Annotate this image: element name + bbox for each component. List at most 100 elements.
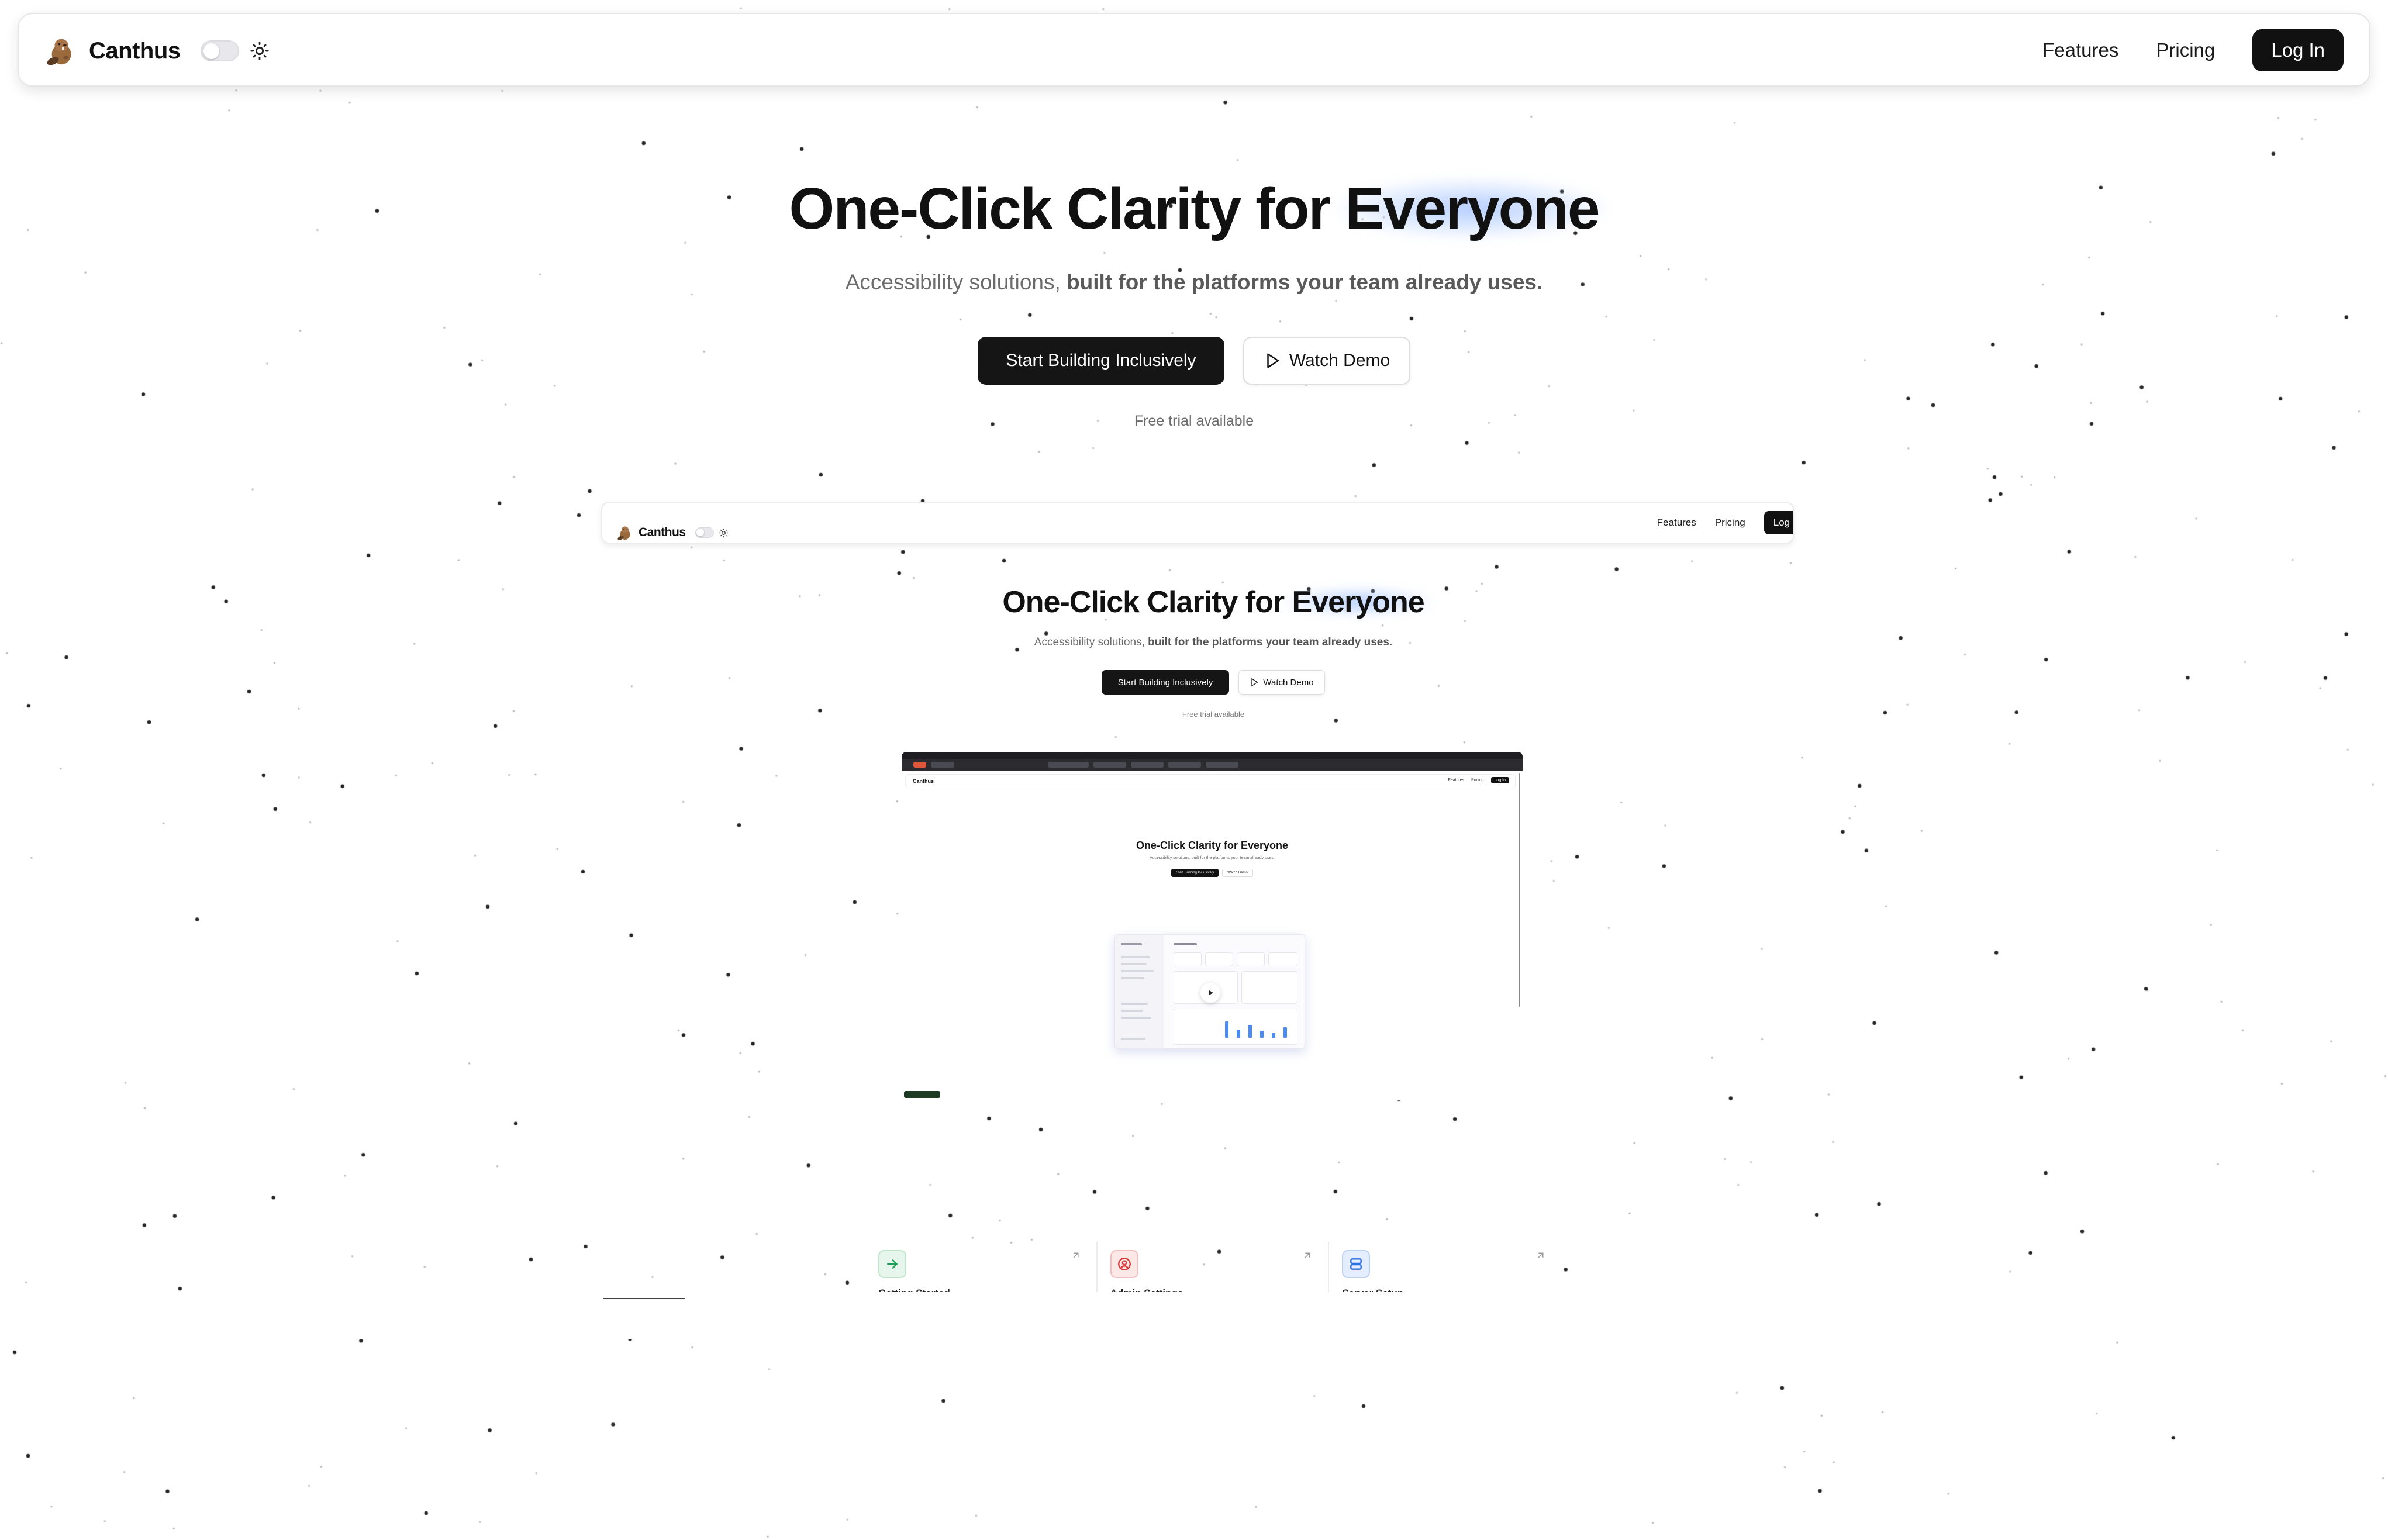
toggle-knob xyxy=(203,43,219,59)
preview-watch-demo-label: Watch Demo xyxy=(1263,677,1314,688)
free-trial-note: Free trial available xyxy=(1134,413,1254,429)
sidebar-line xyxy=(1121,1038,1145,1040)
sidebar-line xyxy=(1121,963,1147,965)
hero-cta-row: Start Building Inclusively Watch Demo xyxy=(0,337,2388,385)
theme-toggle[interactable] xyxy=(200,40,239,61)
preview-title-highlight: Everyone xyxy=(1292,585,1425,619)
play-icon xyxy=(1209,990,1213,996)
nested-brand-name: Canthus xyxy=(913,778,934,784)
preview-cutoff xyxy=(0,1292,2388,1339)
video-play-button xyxy=(1200,983,1220,1003)
user-circle-icon xyxy=(1110,1250,1138,1278)
nested-title: One-Click Clarity for Everyone xyxy=(902,840,1523,852)
nested-start-button: Start Building Inclusively xyxy=(1171,869,1219,877)
sun-icon[interactable] xyxy=(250,41,270,61)
product-preview[interactable]: Canthus Features Pricing Log In One-Clic… xyxy=(601,502,1794,1303)
sidebar-line xyxy=(1121,1010,1143,1012)
sidebar-line xyxy=(1121,943,1142,945)
sidebar-line xyxy=(1121,956,1150,958)
preview-navbar: Canthus Features Pricing Log In xyxy=(601,502,1794,544)
preview-watch-demo-button: Watch Demo xyxy=(1238,670,1325,695)
nav-links: Features Pricing Log In xyxy=(2042,29,2344,71)
hero-title-highlight: Everyone xyxy=(1345,176,1600,241)
hero-title: One-Click Clarity for Everyone xyxy=(0,175,2388,243)
nested-tab xyxy=(1168,762,1201,768)
preview-sun-icon xyxy=(719,528,728,537)
nested-scrollbar xyxy=(1519,773,1520,1007)
nested-tab xyxy=(913,762,926,768)
arrow-right-icon xyxy=(878,1250,906,1278)
chart-bar xyxy=(1237,1030,1240,1038)
nested-tab xyxy=(1048,762,1089,768)
dashboard-video-thumbnail xyxy=(1114,934,1305,1049)
nested-title-highlight: Everyone xyxy=(1241,840,1289,851)
preview-brand-name: Canthus xyxy=(639,526,686,539)
stat-card xyxy=(1174,952,1202,966)
preview-title: One-Click Clarity for Everyone xyxy=(601,585,1825,620)
chart-bar xyxy=(1248,1025,1252,1038)
nested-cta-row: Start Building Inclusively Watch Demo xyxy=(902,869,1523,877)
preview-brand: Canthus xyxy=(616,512,729,543)
login-button[interactable]: Log In xyxy=(2252,29,2344,71)
sidebar-line xyxy=(1121,1003,1148,1005)
preview-title-prefix: One-Click Clarity for xyxy=(1002,585,1292,619)
nested-tab xyxy=(1093,762,1126,768)
panel-card xyxy=(1241,971,1297,1004)
chart-card xyxy=(1174,1009,1297,1045)
nav-link-pricing[interactable]: Pricing xyxy=(2156,39,2215,61)
hero-subtitle: Accessibility solutions, built for the p… xyxy=(0,270,2388,295)
preview-subtitle: Accessibility solutions, built for the p… xyxy=(601,636,1825,649)
nested-watch-demo-button: Watch Demo xyxy=(1222,869,1253,877)
dashboard-sidebar xyxy=(1115,935,1164,1048)
watch-demo-label: Watch Demo xyxy=(1289,351,1390,370)
top-navbar: Canthus Features Pricing Log In xyxy=(18,13,2370,87)
dashboard-heading xyxy=(1174,943,1197,945)
server-icon xyxy=(1342,1250,1371,1278)
preview-theme-toggle xyxy=(695,527,714,538)
chart-bar xyxy=(1272,1033,1275,1038)
watch-demo-button[interactable]: Watch Demo xyxy=(1243,337,1410,385)
start-building-button[interactable]: Start Building Inclusively xyxy=(978,337,1224,385)
preview-toggle-knob xyxy=(696,529,704,536)
stat-card xyxy=(1237,952,1265,966)
external-arrow-icon xyxy=(1305,1252,1310,1258)
play-icon xyxy=(1267,353,1279,368)
nested-menu-bar xyxy=(902,752,1523,759)
stat-card xyxy=(1268,952,1297,966)
preview-nav-links: Features Pricing Log In xyxy=(1657,511,1793,534)
nested-subtitle: Accessibility solutions, built for the p… xyxy=(1150,856,1275,860)
hero-title-prefix: One-Click Clarity for xyxy=(789,176,1345,241)
preview-play-icon xyxy=(1251,678,1258,687)
nested-nav-links: Features Pricing Log In xyxy=(1448,777,1509,783)
preview-beaver-logo-icon xyxy=(617,526,630,540)
preview-cta-row: Start Building Inclusively Watch Demo xyxy=(601,670,1825,695)
chart-bar xyxy=(1260,1031,1264,1038)
chart-bar xyxy=(1283,1027,1287,1038)
hero-subtitle-bold: built for the platforms your team alread… xyxy=(1067,270,1543,294)
sidebar-line xyxy=(1121,1017,1151,1019)
stat-card xyxy=(1205,952,1233,966)
external-arrow-icon xyxy=(1073,1252,1079,1258)
brand[interactable]: Canthus xyxy=(44,30,270,71)
nav-link-features[interactable]: Features xyxy=(2042,39,2118,61)
chart-bar xyxy=(1225,1021,1228,1038)
nested-nav-link-pricing: Pricing xyxy=(1471,778,1484,782)
external-arrow-icon xyxy=(1538,1252,1544,1258)
preview-login-button: Log In xyxy=(1764,511,1793,534)
nested-navbar: Canthus Features Pricing Log In xyxy=(905,774,1516,788)
preview-nav-link-features: Features xyxy=(1657,517,1696,528)
divider-line xyxy=(603,1298,685,1299)
preview-subtitle-bold: built for the platforms your team alread… xyxy=(1148,636,1393,648)
brand-name: Canthus xyxy=(89,37,181,64)
nested-tab xyxy=(931,762,954,768)
sidebar-line xyxy=(1121,970,1154,972)
nested-nav-link-features: Features xyxy=(1448,778,1465,782)
nested-login-button: Log In xyxy=(1490,777,1509,783)
nested-browser-screenshot: Canthus Features Pricing Log In One-Clic… xyxy=(902,752,1523,1100)
beaver-logo-icon xyxy=(47,39,71,65)
preview-free-trial-note: Free trial available xyxy=(1182,710,1245,719)
nested-tab-strip xyxy=(902,759,1523,771)
nested-tab xyxy=(1131,762,1164,768)
sidebar-line xyxy=(1121,977,1144,979)
nested-title-prefix: One-Click Clarity for xyxy=(1136,840,1241,851)
